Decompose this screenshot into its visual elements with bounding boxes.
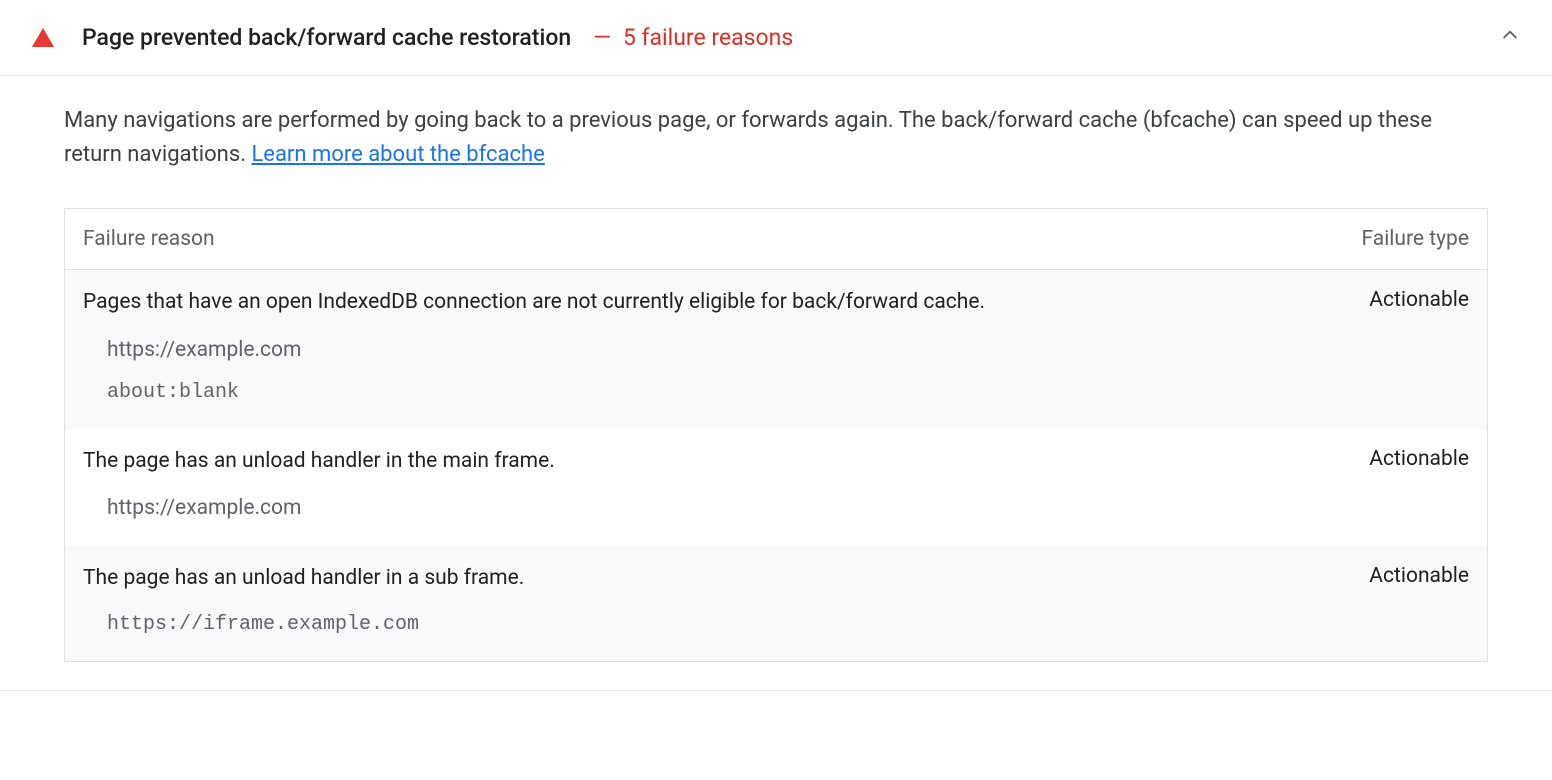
frame-url: https://example.com [107,336,1469,365]
table-row: The page has an unload handler in the ma… [65,429,1487,546]
dash-separator: — [593,24,611,51]
audit-title: Page prevented back/forward cache restor… [82,24,571,51]
failure-reason: Pages that have an open IndexedDB connec… [83,288,1309,317]
frame-list: https://iframe.example.com [83,611,1469,639]
failure-reason: The page has an unload handler in a sub … [83,564,1309,593]
frame-url: https://example.com [107,494,1469,523]
failure-count: 5 failure reasons [623,24,793,51]
column-header-reason: Failure reason [83,227,1309,251]
audit-summary: — 5 failure reasons [587,24,793,51]
audit-body: Many navigations are performed by going … [0,76,1552,691]
frame-list: https://example.com [83,494,1469,523]
table-row: The page has an unload handler in a sub … [65,546,1487,661]
audit-description: Many navigations are performed by going … [64,104,1488,172]
audit-header[interactable]: Page prevented back/forward cache restor… [0,0,1552,76]
failure-reason: The page has an unload handler in the ma… [83,447,1309,476]
failure-type: Actionable [1309,447,1469,471]
frame-url: https://iframe.example.com [107,611,1469,639]
learn-more-link[interactable]: Learn more about the bfcache [251,142,544,167]
failure-type: Actionable [1309,564,1469,588]
chevron-up-icon[interactable] [1500,25,1520,50]
frame-list: https://example.com about:blank [83,336,1469,407]
column-header-type: Failure type [1309,227,1469,251]
table-header: Failure reason Failure type [65,209,1487,270]
failure-type: Actionable [1309,288,1469,312]
table-row: Pages that have an open IndexedDB connec… [65,270,1487,429]
warning-triangle-icon [32,28,54,47]
failure-table: Failure reason Failure type Pages that h… [64,208,1488,662]
frame-url: about:blank [107,379,1469,407]
